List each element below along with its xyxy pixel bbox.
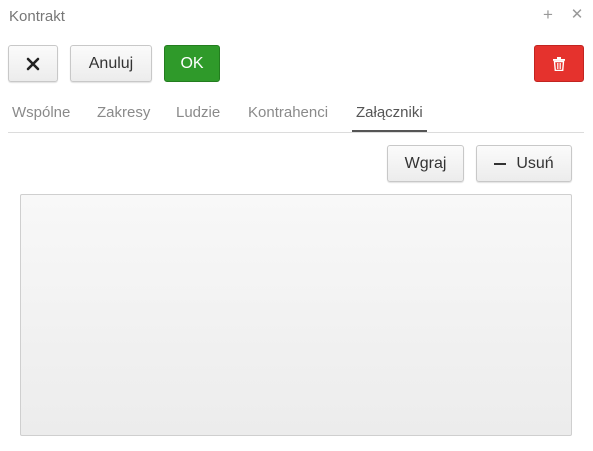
close-icon[interactable]: ✕ bbox=[569, 5, 585, 25]
trash-icon bbox=[553, 56, 565, 71]
attachments-list[interactable] bbox=[20, 194, 572, 436]
remove-button-label: Usuń bbox=[516, 154, 554, 172]
plus-icon[interactable]: + bbox=[540, 5, 556, 25]
upload-button[interactable]: Wgraj bbox=[387, 145, 464, 182]
ok-button[interactable]: OK bbox=[164, 45, 220, 82]
minus-icon bbox=[494, 162, 507, 165]
tab-zakresy[interactable]: Zakresy bbox=[97, 96, 150, 132]
delete-button[interactable] bbox=[534, 45, 584, 82]
close-button[interactable] bbox=[8, 45, 58, 82]
tab-wspolne[interactable]: Wspólne bbox=[12, 96, 70, 132]
tab-ludzie[interactable]: Ludzie bbox=[176, 96, 220, 132]
remove-button[interactable]: Usuń bbox=[476, 145, 572, 182]
cancel-button[interactable]: Anuluj bbox=[70, 45, 152, 82]
tab-bar: Wspólne Zakresy Ludzie Kontrahenci Załąc… bbox=[8, 96, 584, 133]
tab-kontrahenci[interactable]: Kontrahenci bbox=[248, 96, 328, 132]
tab-zalaczniki[interactable]: Załączniki bbox=[352, 96, 427, 132]
x-icon bbox=[26, 57, 40, 70]
window-title: Kontrakt bbox=[9, 8, 65, 25]
